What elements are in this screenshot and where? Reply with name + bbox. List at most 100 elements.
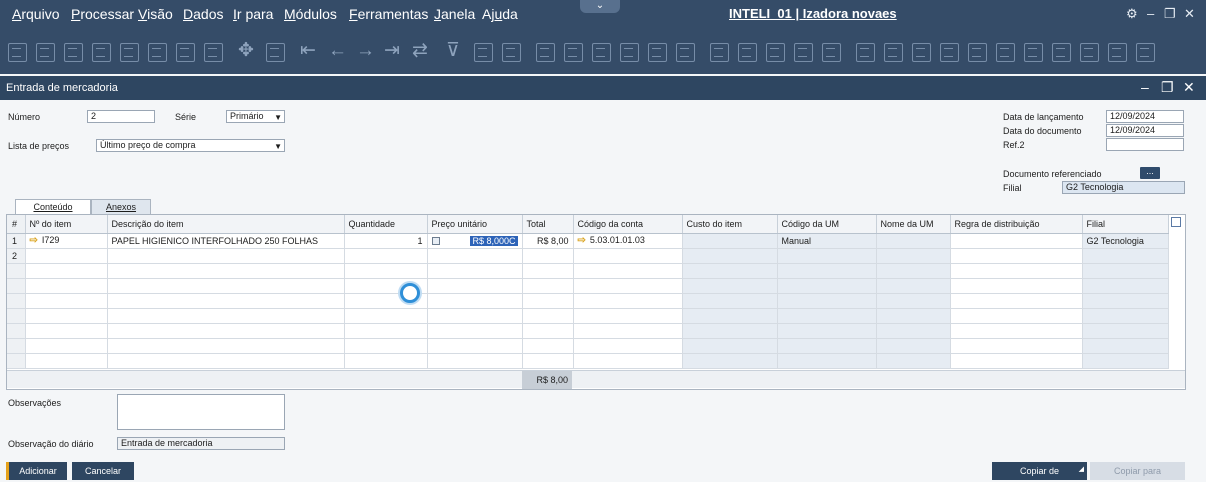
grid-cell[interactable] xyxy=(950,353,1083,369)
tab-anexos[interactable]: Anexos xyxy=(91,199,151,214)
grid-cell[interactable] xyxy=(25,353,108,369)
currency-icon[interactable] xyxy=(592,43,611,62)
grid-cell[interactable] xyxy=(522,308,574,324)
grid-cell[interactable] xyxy=(107,278,345,294)
uom-code-cell[interactable]: Manual xyxy=(777,233,877,249)
grid-cell[interactable] xyxy=(573,353,683,369)
sort-icon[interactable] xyxy=(474,43,493,62)
payment-icon[interactable] xyxy=(648,43,667,62)
grid-cell[interactable] xyxy=(427,278,523,294)
account-cell[interactable]: ⇨ 5.03.01.01.03 xyxy=(573,233,683,249)
window-close-icon[interactable]: ✕ xyxy=(1183,79,1195,96)
col-header-regra[interactable]: Regra de distribuição xyxy=(950,215,1083,234)
grid-cell[interactable] xyxy=(682,353,778,369)
settings-icon[interactable] xyxy=(738,43,757,62)
unit-price-cell[interactable]: R$ 8,000C xyxy=(427,233,523,249)
filter-icon[interactable]: ⊽ xyxy=(446,41,460,61)
table-row[interactable] xyxy=(7,263,1169,279)
unit-price-cell[interactable] xyxy=(427,248,523,264)
menu-dados[interactable]: Dados xyxy=(183,6,223,22)
total-cell[interactable]: R$ 8,00 xyxy=(522,233,574,249)
table-row[interactable] xyxy=(7,338,1169,354)
last-record-icon[interactable]: ⇥ xyxy=(384,41,400,61)
grid-cell[interactable] xyxy=(950,293,1083,309)
ref2-field[interactable] xyxy=(1106,138,1184,151)
table-row[interactable] xyxy=(7,323,1169,339)
next-record-icon[interactable]: → xyxy=(356,41,375,61)
total-cell[interactable] xyxy=(522,248,574,264)
minimize-icon[interactable]: – xyxy=(1147,6,1154,21)
grid-cell[interactable] xyxy=(344,338,428,354)
item-description-cell[interactable] xyxy=(107,248,345,264)
grid-cell[interactable] xyxy=(107,293,345,309)
grid-cell[interactable] xyxy=(777,308,877,324)
col-header-cod-um[interactable]: Código da UM xyxy=(777,215,877,234)
link-arrow-icon[interactable]: ⇨ xyxy=(30,235,38,246)
grid-cell[interactable] xyxy=(1082,308,1169,324)
col-header-descricao[interactable]: Descrição do item xyxy=(107,215,345,234)
grid-cell[interactable] xyxy=(1082,323,1169,339)
grid-cell[interactable] xyxy=(573,278,683,294)
data-lancamento-field[interactable]: 12/09/2024 xyxy=(1106,110,1184,123)
print-preview-icon[interactable] xyxy=(36,43,55,62)
grid-cell[interactable] xyxy=(344,353,428,369)
grid-cell[interactable] xyxy=(522,338,574,354)
grid-cell[interactable] xyxy=(876,278,951,294)
window-minimize-icon[interactable]: – xyxy=(1141,79,1149,95)
data-documento-field[interactable]: 12/09/2024 xyxy=(1106,124,1184,137)
grid-cell[interactable] xyxy=(682,338,778,354)
grid-cell[interactable] xyxy=(573,308,683,324)
word-icon[interactable] xyxy=(176,43,195,62)
item-code-cell[interactable]: ⇨ I729 xyxy=(25,233,108,249)
col-header-item[interactable]: Nº do item xyxy=(25,215,108,234)
calculator-icon[interactable] xyxy=(912,43,931,62)
grid-cell[interactable] xyxy=(950,308,1083,324)
col-header-preco[interactable]: Preço unitário xyxy=(427,215,523,234)
grid-cell[interactable] xyxy=(25,278,108,294)
expand-grid-icon[interactable] xyxy=(1171,217,1181,227)
branch-cell[interactable] xyxy=(1082,248,1169,264)
grid-cell[interactable] xyxy=(950,263,1083,279)
observacoes-field[interactable] xyxy=(117,394,285,430)
grid-cell[interactable] xyxy=(777,263,877,279)
refresh-icon[interactable]: ⇄ xyxy=(412,41,428,61)
grid-cell[interactable] xyxy=(1082,353,1169,369)
grid-cell[interactable] xyxy=(573,293,683,309)
close-icon[interactable]: ✕ xyxy=(1184,6,1195,22)
grid-cell[interactable] xyxy=(1082,338,1169,354)
document-icon[interactable] xyxy=(64,43,83,62)
col-header-filial[interactable]: Filial xyxy=(1082,215,1169,234)
alarm-icon[interactable] xyxy=(884,43,903,62)
copiar-de-button[interactable]: Copiar de ◢ xyxy=(992,462,1087,480)
help-icon[interactable] xyxy=(1136,43,1155,62)
grid-cell[interactable] xyxy=(344,308,428,324)
quantity-cell[interactable]: 1 xyxy=(344,233,428,249)
form-settings-icon[interactable] xyxy=(766,43,785,62)
unit-price-value[interactable]: R$ 8,000C xyxy=(470,235,518,246)
grid-cell[interactable] xyxy=(522,293,574,309)
menu-janela[interactable]: Janela xyxy=(434,6,475,22)
grid-cell[interactable] xyxy=(682,293,778,309)
grid-cell[interactable] xyxy=(427,338,523,354)
filial-field[interactable]: G2 Tecnologia xyxy=(1062,181,1185,194)
grid-cell[interactable] xyxy=(876,263,951,279)
grid-cell[interactable] xyxy=(876,353,951,369)
grid-cell[interactable] xyxy=(344,323,428,339)
distribution-rule-cell[interactable] xyxy=(950,233,1083,249)
collapse-chevron-icon[interactable]: ⌄ xyxy=(580,0,620,13)
grid-cell[interactable] xyxy=(522,263,574,279)
grid-cell[interactable] xyxy=(1082,278,1169,294)
find-icon[interactable] xyxy=(266,43,285,62)
grid-cell[interactable] xyxy=(522,278,574,294)
cancelar-button[interactable]: Cancelar xyxy=(72,462,134,480)
window-restore-icon[interactable]: ❐ xyxy=(1161,79,1174,96)
menu-arquivo[interactable]: Arquivo xyxy=(12,6,59,22)
journal-icon[interactable] xyxy=(620,43,639,62)
grid-cell[interactable] xyxy=(876,293,951,309)
restore-icon[interactable]: ❐ xyxy=(1164,6,1176,22)
grid-cell[interactable] xyxy=(1082,293,1169,309)
transaction-icon[interactable] xyxy=(1052,43,1071,62)
grid-cell[interactable] xyxy=(25,263,108,279)
grid-cell[interactable] xyxy=(950,338,1083,354)
grid-icon[interactable] xyxy=(1024,43,1043,62)
